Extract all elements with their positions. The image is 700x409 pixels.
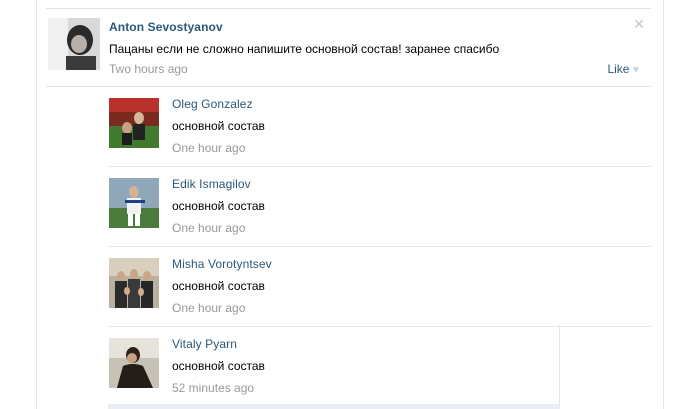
avatar-image [48,18,100,70]
comment-item: Edik Ismagilov основной состав One hour … [108,166,651,247]
comment-author-link[interactable]: Vitaly Pyarn [172,337,237,351]
comment-item: Oleg Gonzalez основной состав One hour a… [108,86,651,167]
comment-text: основной состав [172,279,265,293]
avatar[interactable] [109,338,159,388]
avatar[interactable] [48,18,100,70]
comment-timestamp[interactable]: One hour ago [172,141,245,155]
heart-icon: ♥ [632,64,639,76]
avatar[interactable] [109,178,159,228]
post-timestamp[interactable]: Two hours ago [109,62,188,76]
like-button[interactable]: Like ♥ [607,62,639,76]
comment-author-link[interactable]: Oleg Gonzalez [172,97,253,111]
comment-author-link[interactable]: Misha Vorotyntsev [172,257,272,271]
post-author-link[interactable]: Anton Sevostyanov [109,20,223,34]
avatar-image [109,98,159,148]
avatar-image [109,258,159,308]
comment-author-link[interactable]: Edik Ismagilov [172,177,251,191]
comment-text: основной состав [172,199,265,213]
post-text: Пацаны если не сложно напишите основной … [109,42,500,56]
avatar[interactable] [109,98,159,148]
comment-text: основной состав [172,359,265,373]
divider [46,8,651,9]
comment-text: основной состав [172,119,265,133]
comment-item: Vitaly Pyarn основной состав 52 minutes … [108,326,560,406]
close-icon[interactable]: ✕ [633,17,645,31]
avatar[interactable] [109,258,159,308]
like-label: Like [607,62,630,76]
comment-timestamp[interactable]: One hour ago [172,301,245,315]
comment-timestamp[interactable]: One hour ago [172,221,245,235]
divider [559,325,560,405]
avatar-image [109,338,159,388]
comment-input-bar[interactable] [108,404,560,409]
comment-item: Misha Vorotyntsev основной состав One ho… [108,246,651,327]
comment-timestamp[interactable]: 52 minutes ago [172,381,254,395]
wall-post: Anton Sevostyanov Пацаны если не сложно … [46,12,651,82]
avatar-image [109,178,159,228]
